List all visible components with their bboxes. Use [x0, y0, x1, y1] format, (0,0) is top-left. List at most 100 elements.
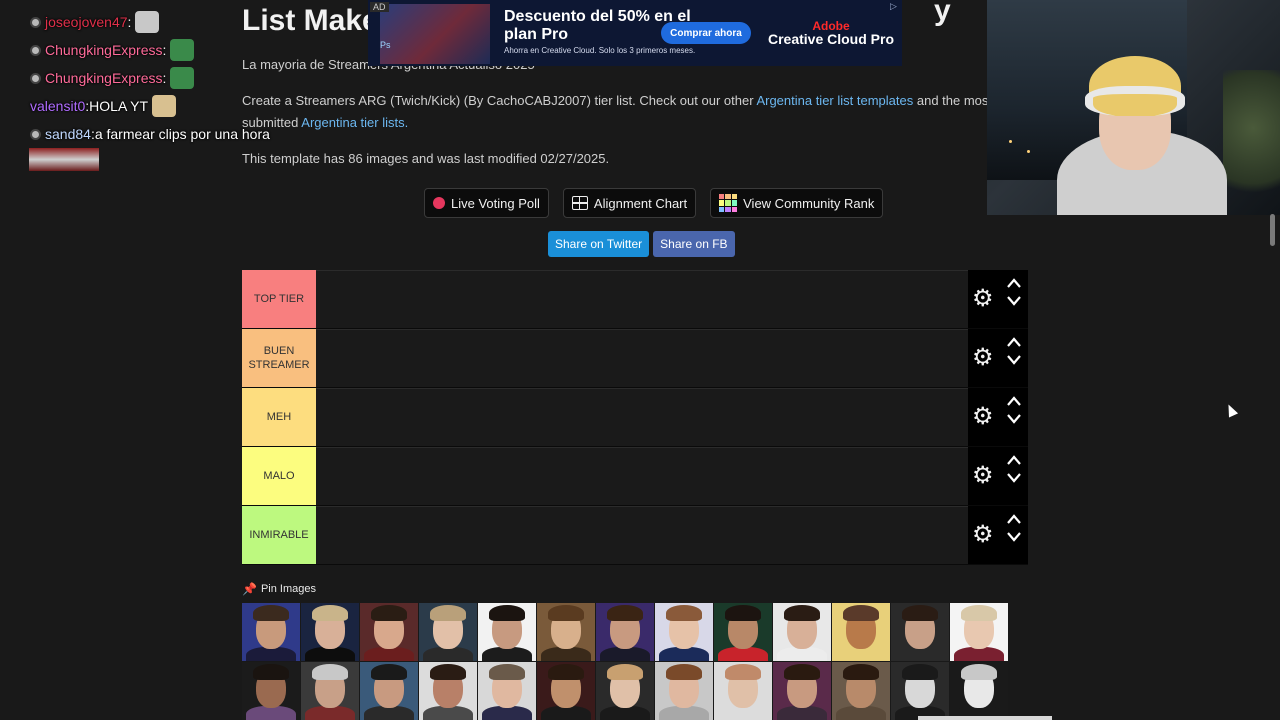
tier-controls: ⚙	[968, 329, 1028, 387]
tier-label[interactable]: INMIRABLE	[242, 506, 316, 564]
live-voting-poll-button[interactable]: Live Voting Poll	[424, 188, 549, 218]
chevron-up-icon[interactable]	[1006, 277, 1022, 289]
tier-label[interactable]: BUEN STREAMER	[242, 329, 316, 387]
ad-info-icon[interactable]: ▷	[890, 1, 900, 11]
headphones	[1085, 86, 1185, 116]
gear-icon[interactable]: ⚙	[972, 346, 994, 370]
ad-subtext: Ahorra en Creative Cloud. Solo los 3 pri…	[504, 46, 696, 55]
streamer-thumbnail[interactable]	[419, 603, 477, 661]
streamer-thumbnail[interactable]	[537, 662, 595, 720]
streamer-thumbnail[interactable]	[655, 603, 713, 661]
streamer-thumbnail[interactable]	[301, 662, 359, 720]
ad-brand: Adobe Creative Cloud Pro	[766, 20, 896, 47]
pin-images-toggle[interactable]: 📌 Pin Images	[242, 582, 316, 596]
chat-badge-icon	[30, 44, 41, 56]
chat-username[interactable]: joseojoven47	[45, 14, 128, 30]
description-text: Create a Streamers ARG (Twich/Kick) (By …	[242, 93, 754, 108]
streamer-thumbnail[interactable]	[478, 662, 536, 720]
tier-row: MEH ⚙	[242, 388, 1028, 447]
gear-icon[interactable]: ⚙	[972, 287, 994, 311]
gear-icon[interactable]: ⚙	[972, 464, 994, 488]
chat-username[interactable]: ChungkingExpress	[45, 42, 163, 58]
streamer-thumbnail[interactable]	[537, 603, 595, 661]
tier-drop-zone[interactable]	[316, 388, 968, 446]
tier-drop-zone[interactable]	[316, 506, 968, 564]
tier-label[interactable]: MEH	[242, 388, 316, 446]
ad-artwork	[380, 4, 490, 64]
ad-cta-button[interactable]: Comprar ahora	[661, 22, 751, 44]
streamer-thumbnail[interactable]	[419, 662, 477, 720]
chat-username[interactable]: sand84	[45, 126, 91, 142]
streamer-thumbnail[interactable]	[596, 662, 654, 720]
ad-brand-name: Creative Cloud Pro	[767, 31, 895, 47]
streamer-thumbnail[interactable]	[891, 662, 949, 720]
streamer-thumbnail[interactable]	[360, 603, 418, 661]
argentina-tier-lists-link[interactable]: Argentina tier lists.	[301, 115, 408, 130]
template-meta: This template has 86 images and was last…	[242, 151, 610, 166]
tier-drop-zone[interactable]	[316, 270, 968, 328]
page-description: Create a Streamers ARG (Twich/Kick) (By …	[242, 90, 988, 134]
chevron-up-icon[interactable]	[1006, 513, 1022, 525]
chevron-down-icon[interactable]	[1006, 531, 1022, 543]
streamer-thumbnail[interactable]	[478, 603, 536, 661]
streamer-thumbnail[interactable]	[714, 603, 772, 661]
chevron-up-icon[interactable]	[1006, 454, 1022, 466]
chat-username[interactable]: ChungkingExpress	[45, 70, 163, 86]
chevron-down-icon[interactable]	[1006, 413, 1022, 425]
tier-drop-zone[interactable]	[316, 447, 968, 505]
streamer-thumbnail[interactable]	[242, 662, 300, 720]
gear-icon[interactable]: ⚙	[972, 523, 994, 547]
pin-images-label: Pin Images	[260, 583, 316, 595]
chat-message: ChungkingExpress:	[30, 36, 290, 64]
tier-row: MALO ⚙	[242, 447, 1028, 506]
chevron-up-icon[interactable]	[1006, 395, 1022, 407]
grid-icon	[571, 196, 588, 210]
vertical-scrollbar[interactable]	[1270, 214, 1275, 246]
streamer-thumbnail[interactable]	[950, 662, 1008, 720]
streamer-thumbnail[interactable]	[596, 603, 654, 661]
chat-message: sand84: a farmear clips por una hora	[30, 120, 290, 148]
christmas-tree	[1223, 70, 1280, 215]
streamer-thumbnail[interactable]	[655, 662, 713, 720]
emote-icon	[152, 95, 177, 117]
community-rank-button[interactable]: View Community Rank	[710, 188, 884, 218]
share-facebook-button[interactable]: Share on FB	[653, 231, 735, 257]
streamer-thumbnail[interactable]	[950, 603, 1008, 661]
tier-label[interactable]: TOP TIER	[242, 270, 316, 328]
chevron-down-icon[interactable]	[1006, 295, 1022, 307]
pin-icon: 📌	[242, 582, 257, 596]
streamer-thumbnail[interactable]	[714, 662, 772, 720]
chevron-down-icon[interactable]	[1006, 472, 1022, 484]
webcam-overlay	[987, 0, 1280, 215]
chat-badge-icon	[30, 72, 41, 84]
tier-controls: ⚙	[968, 388, 1028, 446]
action-buttons: Live Voting Poll Alignment Chart View Co…	[424, 188, 884, 218]
chat-message: joseojoven47:	[30, 8, 290, 36]
argentina-templates-link[interactable]: Argentina tier list templates	[756, 93, 913, 108]
streamer-thumbnail[interactable]	[301, 603, 359, 661]
chat-username[interactable]: valensit0	[30, 98, 85, 114]
streamer-thumbnail[interactable]	[832, 662, 890, 720]
alignment-chart-button[interactable]: Alignment Chart	[562, 188, 697, 218]
tier-row: TOP TIER ⚙	[242, 270, 1028, 329]
streamer-thumbnail[interactable]	[773, 603, 831, 661]
chat-message: valensit0: HOLA YT	[30, 92, 290, 120]
chevron-down-icon[interactable]	[1006, 354, 1022, 366]
tier-drop-zone[interactable]	[316, 329, 968, 387]
tier-label[interactable]: MALO	[242, 447, 316, 505]
ad-tag: AD	[370, 2, 389, 12]
tier-controls: ⚙	[968, 506, 1028, 564]
share-twitter-button[interactable]: Share on Twitter	[548, 231, 650, 257]
description-text-mid: and the most rece	[916, 93, 988, 108]
horizontal-scrollbar[interactable]	[918, 716, 1052, 720]
streamer-thumbnail[interactable]	[242, 603, 300, 661]
mouse-cursor-icon	[1223, 402, 1239, 418]
chevron-up-icon[interactable]	[1006, 336, 1022, 348]
tier-controls: ⚙	[968, 447, 1028, 505]
streamer-thumbnail[interactable]	[891, 603, 949, 661]
streamer-thumbnail[interactable]	[773, 662, 831, 720]
streamer-thumbnail[interactable]	[832, 603, 890, 661]
streamer-thumbnail[interactable]	[360, 662, 418, 720]
gear-icon[interactable]: ⚙	[972, 405, 994, 429]
advertisement[interactable]: AD Ps Descuento del 50% en el plan Pro A…	[368, 0, 902, 66]
